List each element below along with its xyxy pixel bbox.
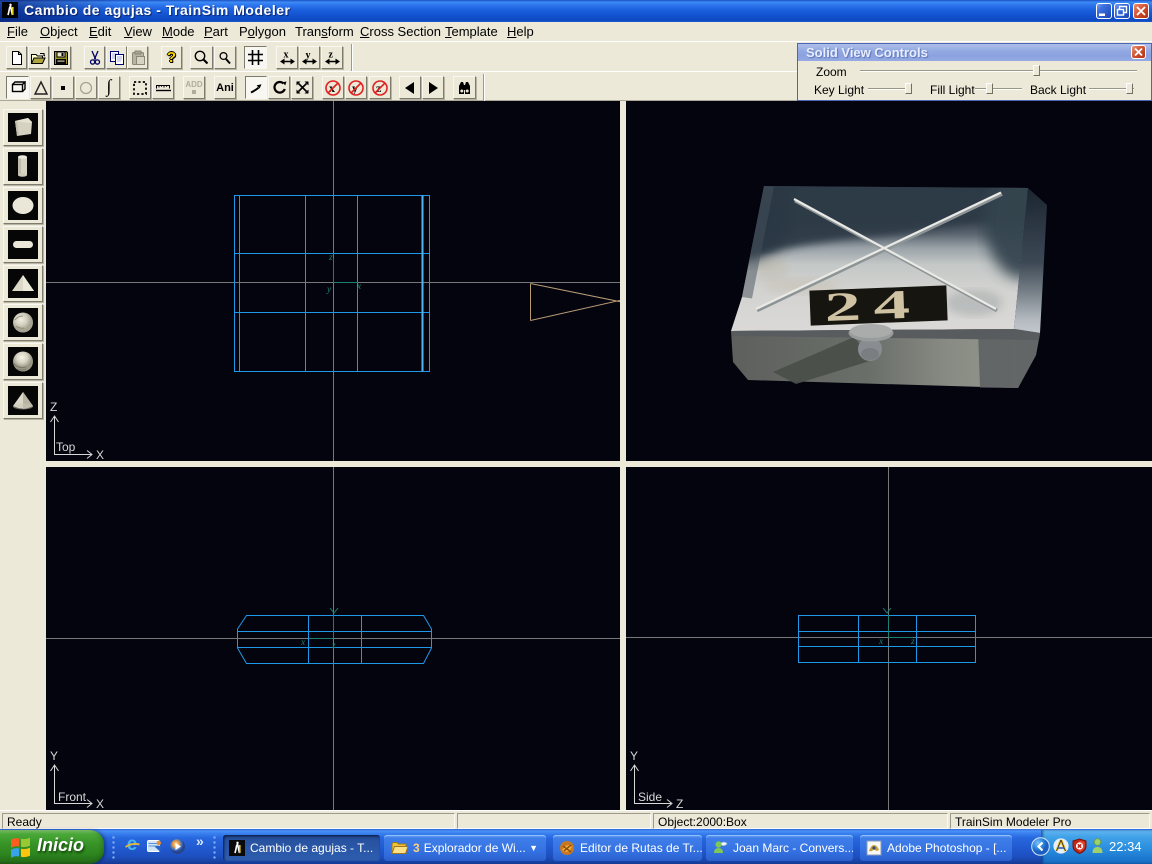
svg-text:Z: Z <box>676 797 683 810</box>
svg-text:z: z <box>910 637 915 647</box>
svg-text:Front: Front <box>58 790 87 804</box>
svg-text:y: y <box>326 285 332 295</box>
svg-text:x: x <box>356 282 362 292</box>
svg-text:Y: Y <box>50 749 58 763</box>
svg-text:x: x <box>878 637 884 647</box>
svg-text:Side: Side <box>638 790 662 804</box>
svg-text:X: X <box>96 797 104 810</box>
svg-text:24: 24 <box>824 281 924 330</box>
svg-text:X: X <box>96 448 104 461</box>
svg-text:Top: Top <box>56 440 76 454</box>
svg-text:z: z <box>331 641 336 651</box>
svg-text:x: x <box>300 638 306 648</box>
svg-text:z: z <box>328 253 333 263</box>
svg-text:Y: Y <box>630 749 638 763</box>
svg-text:Z: Z <box>50 400 57 414</box>
